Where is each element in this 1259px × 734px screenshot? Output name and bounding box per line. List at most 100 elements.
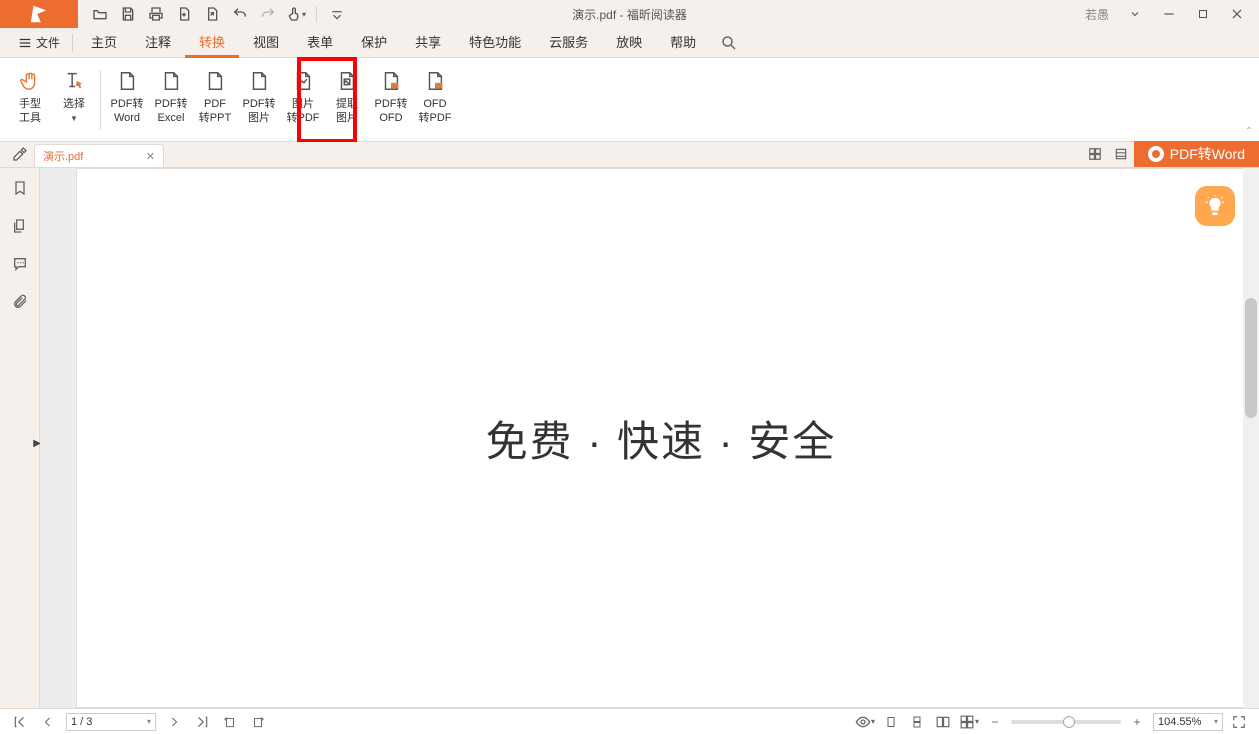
- select-tool-button[interactable]: 选择▼: [52, 65, 96, 135]
- next-page-icon[interactable]: [164, 712, 184, 732]
- pdf-to-word-button[interactable]: PDF转Word: [105, 65, 149, 135]
- doc-add-icon[interactable]: [174, 4, 194, 24]
- bookmark-icon[interactable]: [10, 178, 30, 198]
- comment-icon[interactable]: [10, 254, 30, 274]
- close-tab-icon[interactable]: ✕: [146, 150, 155, 163]
- menu-protect[interactable]: 保护: [347, 28, 401, 58]
- image-to-pdf-button[interactable]: 图片转PDF: [281, 65, 325, 135]
- hand-tool-button[interactable]: 手型工具: [8, 65, 52, 135]
- menu-view[interactable]: 视图: [239, 28, 293, 58]
- zoom-slider-knob[interactable]: [1063, 716, 1075, 728]
- user-label[interactable]: 若愚: [1085, 6, 1109, 23]
- fullscreen-icon[interactable]: [1229, 712, 1249, 732]
- single-page-icon[interactable]: [881, 712, 901, 732]
- pdf-page: 免费 · 快速 · 安全: [76, 168, 1246, 708]
- document-tab-label: 演示.pdf: [43, 148, 83, 164]
- extract-image-button[interactable]: 提取图片: [325, 65, 369, 135]
- hint-bulb-button[interactable]: [1195, 186, 1235, 226]
- ribbon-collapse-icon[interactable]: ˆ: [1247, 125, 1251, 139]
- doc-ofd-icon: [379, 69, 403, 93]
- rotate-left-icon[interactable]: [220, 712, 240, 732]
- list-view-icon[interactable]: [1108, 141, 1134, 167]
- prev-page-icon[interactable]: [38, 712, 58, 732]
- zoom-level-input[interactable]: 104.55%▾: [1153, 713, 1223, 731]
- vertical-scrollbar[interactable]: [1243, 168, 1259, 708]
- save-icon[interactable]: [118, 4, 138, 24]
- pdf-to-image-button[interactable]: PDF转图片: [237, 65, 281, 135]
- window-controls: 若愚: [1085, 3, 1259, 25]
- grid-view-icon[interactable]: [1082, 141, 1108, 167]
- undo-icon[interactable]: [230, 4, 250, 24]
- close-button[interactable]: [1223, 3, 1251, 25]
- document-tab-bar: 演示.pdf ✕ PDF转Word: [0, 142, 1259, 168]
- hand-icon: [18, 69, 42, 93]
- doc-icon: [115, 69, 139, 93]
- ribbon-separator: [100, 70, 101, 130]
- ribbon-toolbar: 手型工具 选择▼ PDF转Word PDF转Excel PDF转PPT PDF转…: [0, 58, 1259, 142]
- rotate-right-icon[interactable]: [248, 712, 268, 732]
- menu-separator: [72, 34, 73, 52]
- doc-export-icon[interactable]: [202, 4, 222, 24]
- page-content-text: 免费 · 快速 · 安全: [486, 408, 837, 469]
- maximize-button[interactable]: [1189, 3, 1217, 25]
- redo-icon[interactable]: [258, 4, 278, 24]
- title-bar: ▾ 演示.pdf - 福昕阅读器 若愚: [0, 0, 1259, 28]
- image-doc-icon: [291, 69, 315, 93]
- circle-icon: [1148, 146, 1164, 162]
- pages-icon[interactable]: [10, 216, 30, 236]
- print-icon[interactable]: [146, 4, 166, 24]
- menu-convert[interactable]: 转换: [185, 28, 239, 58]
- app-logo: [0, 0, 78, 28]
- quick-access-toolbar: ▾: [90, 4, 347, 24]
- open-icon[interactable]: [90, 4, 110, 24]
- visibility-icon[interactable]: ▾: [855, 712, 875, 732]
- menu-cloud[interactable]: 云服务: [535, 28, 602, 58]
- menu-form[interactable]: 表单: [293, 28, 347, 58]
- ofd-to-pdf-button[interactable]: OFD转PDF: [413, 65, 457, 135]
- pdf-to-excel-button[interactable]: PDF转Excel: [149, 65, 193, 135]
- scrollbar-thumb[interactable]: [1245, 298, 1257, 418]
- two-page-continuous-icon[interactable]: ▾: [959, 712, 979, 732]
- menu-share[interactable]: 共享: [401, 28, 455, 58]
- pdf-to-ppt-button[interactable]: PDF转PPT: [193, 65, 237, 135]
- user-dropdown-icon[interactable]: [1121, 3, 1149, 25]
- status-bar: 1 / 3▾ ▾ ▾ − + 104.55%▾: [0, 708, 1259, 734]
- menu-feature[interactable]: 特色功能: [455, 28, 535, 58]
- draw-tool-icon[interactable]: [6, 141, 34, 167]
- qat-separator: [316, 6, 317, 22]
- touch-icon[interactable]: ▾: [286, 4, 306, 24]
- doc-ofd-icon: [423, 69, 447, 93]
- window-title: 演示.pdf - 福昕阅读器: [572, 6, 687, 23]
- page-number-input[interactable]: 1 / 3▾: [66, 713, 156, 731]
- pdf-to-word-quick-button[interactable]: PDF转Word: [1134, 141, 1259, 167]
- search-icon[interactable]: [720, 34, 738, 52]
- pdf-to-ofd-button[interactable]: PDF转OFD: [369, 65, 413, 135]
- menu-home[interactable]: 主页: [77, 28, 131, 58]
- menu-help[interactable]: 帮助: [656, 28, 710, 58]
- two-page-icon[interactable]: [933, 712, 953, 732]
- zoom-in-icon[interactable]: +: [1127, 712, 1147, 732]
- zoom-out-icon[interactable]: −: [985, 712, 1005, 732]
- continuous-page-icon[interactable]: [907, 712, 927, 732]
- foxit-logo-icon: [28, 3, 50, 25]
- doc-icon: [159, 69, 183, 93]
- left-sidebar: ▶: [0, 168, 40, 708]
- zoom-slider[interactable]: [1011, 720, 1121, 724]
- extract-image-icon: [335, 69, 359, 93]
- first-page-icon[interactable]: [10, 712, 30, 732]
- menu-comment[interactable]: 注释: [131, 28, 185, 58]
- attachment-icon[interactable]: [10, 292, 30, 312]
- document-tab[interactable]: 演示.pdf ✕: [34, 144, 164, 167]
- qat-customize-icon[interactable]: [327, 4, 347, 24]
- menu-present[interactable]: 放映: [602, 28, 656, 58]
- text-select-icon: [62, 69, 86, 93]
- doc-icon: [247, 69, 271, 93]
- hamburger-icon: [18, 36, 32, 50]
- document-canvas[interactable]: 免费 · 快速 · 安全: [40, 168, 1259, 708]
- minimize-button[interactable]: [1155, 3, 1183, 25]
- menu-file[interactable]: 文件: [10, 34, 68, 51]
- menu-bar: 文件 主页 注释 转换 视图 表单 保护 共享 特色功能 云服务 放映 帮助: [0, 28, 1259, 58]
- doc-icon: [203, 69, 227, 93]
- workspace: ▶ 免费 · 快速 · 安全: [0, 168, 1259, 708]
- last-page-icon[interactable]: [192, 712, 212, 732]
